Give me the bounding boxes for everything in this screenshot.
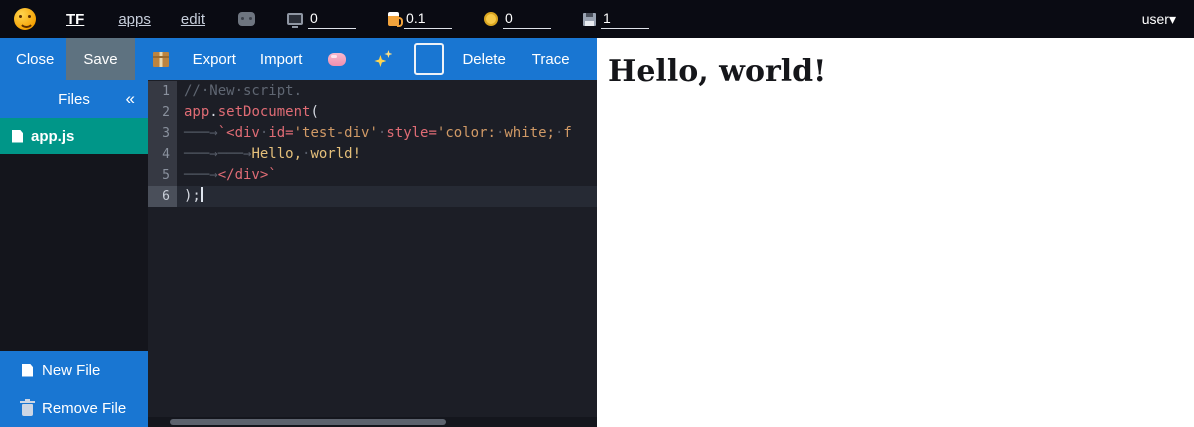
line-number: 6: [148, 186, 177, 207]
code-line-6-active[interactable]: 6 );: [148, 186, 597, 207]
floppy-value-field[interactable]: 1: [601, 10, 649, 29]
line-number: 4: [148, 144, 177, 165]
stat-monitor: 0: [287, 10, 356, 29]
topbar: TF apps edit 0 0.1 0 1 user▾: [0, 0, 1194, 38]
code-text: //·New·script.: [177, 81, 597, 102]
code-editor[interactable]: 1 //·New·script. 2 app.setDocument( 3 ──…: [148, 80, 597, 427]
stat-beer: 0.1: [388, 10, 452, 29]
controller-icon[interactable]: [238, 12, 255, 26]
app-preview-pane: Hello, world!: [597, 38, 1194, 427]
line-number: 2: [148, 102, 177, 123]
devil-emoji-icon[interactable]: [14, 8, 36, 30]
code-line-4[interactable]: 4 ───→───→Hello,·world!: [148, 144, 597, 165]
text-cursor: [201, 187, 203, 202]
floppy-icon: [583, 13, 596, 26]
line-number: 3: [148, 123, 177, 144]
remove-file-label: Remove File: [42, 400, 126, 417]
code-text: ───→───→Hello,·world!: [177, 144, 597, 165]
soap-icon[interactable]: [328, 53, 346, 66]
code-line-1[interactable]: 1 //·New·script.: [148, 81, 597, 102]
brand-link[interactable]: TF: [66, 11, 84, 28]
line-number: 1: [148, 81, 177, 102]
trace-button[interactable]: Trace: [532, 51, 570, 68]
monitor-value-field[interactable]: 0: [308, 10, 356, 29]
files-sidebar: Files « app.js New File Remove File: [0, 80, 148, 427]
editor-toolbar: Close Save Export Import Delete Trace: [0, 38, 597, 80]
file-list-empty-area: [0, 154, 148, 351]
code-text: app.setDocument(: [177, 102, 597, 123]
app-editor-pane: Close Save Export Import Delete Trace Fi…: [0, 38, 597, 427]
coin-value-field[interactable]: 0: [503, 10, 551, 29]
new-file-button[interactable]: New File: [0, 351, 148, 389]
remove-file-button[interactable]: Remove File: [0, 389, 148, 427]
app-body: Files « app.js New File Remove File 1 //…: [0, 80, 597, 427]
new-file-label: New File: [42, 362, 100, 379]
export-button[interactable]: Export: [193, 51, 236, 68]
apps-link[interactable]: apps: [118, 11, 151, 28]
trash-icon: [22, 404, 33, 416]
code-line-3[interactable]: 3 ───→`<div·id='test-div'·style='color:·…: [148, 123, 597, 144]
files-header-label: Files: [58, 91, 90, 108]
code-text: );: [177, 186, 597, 207]
preview-heading: Hello, world!: [597, 54, 1194, 89]
file-name: app.js: [31, 128, 74, 145]
files-header: Files «: [0, 80, 148, 118]
new-file-icon: [22, 364, 33, 377]
beer-icon: [388, 12, 399, 26]
file-item-appjs[interactable]: app.js: [0, 118, 148, 154]
horizontal-scrollbar-thumb[interactable]: [170, 419, 446, 425]
import-button[interactable]: Import: [260, 51, 303, 68]
beer-value-field[interactable]: 0.1: [404, 10, 452, 29]
delete-button[interactable]: Delete: [462, 51, 505, 68]
horizontal-scrollbar-track: [148, 417, 597, 427]
code-line-2[interactable]: 2 app.setDocument(: [148, 102, 597, 123]
code-line-5[interactable]: 5 ───→</div>`: [148, 165, 597, 186]
save-button[interactable]: Save: [66, 38, 134, 80]
file-icon: [12, 130, 23, 143]
stat-coin: 0: [484, 10, 551, 29]
monitor-icon: [287, 13, 303, 25]
package-icon[interactable]: [153, 52, 169, 67]
close-button[interactable]: Close: [16, 51, 54, 68]
user-menu[interactable]: user▾: [1142, 11, 1176, 28]
blank-button[interactable]: [414, 43, 444, 75]
coin-icon: [484, 12, 498, 26]
collapse-sidebar-button[interactable]: «: [126, 89, 135, 109]
save-button-label: Save: [83, 51, 117, 68]
edit-link[interactable]: edit: [181, 11, 205, 28]
sparkles-icon[interactable]: [374, 50, 392, 68]
code-text: ───→`<div·id='test-div'·style='color:·wh…: [177, 123, 597, 144]
stat-floppy: 1: [583, 10, 649, 29]
line-number: 5: [148, 165, 177, 186]
code-text: ───→</div>`: [177, 165, 597, 186]
